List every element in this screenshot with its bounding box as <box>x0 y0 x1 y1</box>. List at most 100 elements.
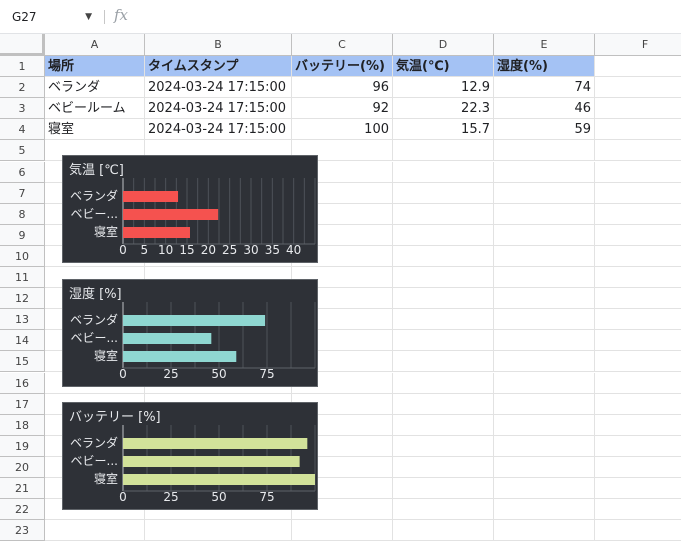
column-header-c[interactable]: C <box>292 34 393 56</box>
bar[interactable] <box>123 209 219 220</box>
cell[interactable] <box>595 457 681 478</box>
cell[interactable] <box>393 203 494 225</box>
row-header-3[interactable]: 3 <box>0 98 45 120</box>
bar[interactable] <box>123 227 190 238</box>
row-header-20[interactable]: 20 <box>0 456 45 478</box>
row-header-4[interactable]: 4 <box>0 119 45 141</box>
cell[interactable] <box>292 520 393 542</box>
cell[interactable] <box>595 499 681 521</box>
cell[interactable] <box>595 77 681 99</box>
header-cell[interactable]: バッテリー(%) <box>292 56 393 78</box>
cell[interactable] <box>595 520 681 542</box>
select-all-corner[interactable] <box>0 34 45 56</box>
cell[interactable] <box>393 435 494 457</box>
bar[interactable] <box>123 474 315 485</box>
table-cell[interactable]: 2024-03-24 17:15:00 <box>145 77 292 99</box>
row-header-2[interactable]: 2 <box>0 77 45 99</box>
name-box[interactable]: G27 ▼ <box>0 5 100 29</box>
cell[interactable] <box>494 499 595 521</box>
chevron-down-icon[interactable]: ▼ <box>85 5 92 29</box>
cell[interactable] <box>595 56 681 78</box>
table-cell[interactable]: 22.3 <box>393 98 494 120</box>
cell[interactable] <box>595 436 681 457</box>
row-header-18[interactable]: 18 <box>0 414 45 436</box>
table-cell[interactable]: 12.9 <box>393 77 494 99</box>
column-header-a[interactable]: A <box>45 34 145 56</box>
cell[interactable] <box>595 394 681 415</box>
cell[interactable] <box>595 119 681 141</box>
cell[interactable] <box>494 456 595 478</box>
cell[interactable] <box>393 351 494 373</box>
cell[interactable] <box>595 267 681 289</box>
row-header-1[interactable]: 1 <box>0 56 45 78</box>
header-cell[interactable]: 湿度(%) <box>494 56 595 78</box>
cell[interactable] <box>393 414 494 436</box>
cell[interactable] <box>595 373 681 394</box>
cell[interactable] <box>494 182 595 204</box>
cell[interactable] <box>494 203 595 225</box>
cell[interactable] <box>595 330 681 352</box>
column-header-f[interactable]: F <box>595 34 681 56</box>
row-header-5[interactable]: 5 <box>0 140 45 162</box>
cell[interactable] <box>393 330 494 352</box>
cell[interactable] <box>494 309 595 331</box>
bar[interactable] <box>123 438 308 449</box>
row-header-23[interactable]: 23 <box>0 520 45 542</box>
cell[interactable] <box>494 414 595 436</box>
chart-3[interactable]: バッテリー [%] ベランダ ベビー... 寝室 0 25 50 75 <box>62 402 318 510</box>
cell[interactable] <box>393 309 494 331</box>
table-cell[interactable]: 寝室 <box>45 119 145 141</box>
table-cell[interactable]: 59 <box>494 119 595 141</box>
header-cell[interactable]: タイムスタンプ <box>145 56 292 78</box>
formula-input[interactable] <box>140 5 670 29</box>
header-cell[interactable]: 場所 <box>45 56 145 78</box>
bar[interactable] <box>123 456 300 467</box>
cell[interactable] <box>494 140 595 162</box>
row-header-8[interactable]: 8 <box>0 203 45 225</box>
row-header-12[interactable]: 12 <box>0 288 45 310</box>
table-cell[interactable]: 100 <box>292 119 393 141</box>
cell[interactable] <box>494 520 595 542</box>
cell[interactable] <box>595 478 681 500</box>
row-header-19[interactable]: 19 <box>0 435 45 457</box>
cell[interactable] <box>393 245 494 267</box>
bar[interactable] <box>123 351 237 362</box>
bar[interactable] <box>123 333 212 344</box>
cell[interactable] <box>595 98 681 120</box>
cell[interactable] <box>595 162 681 183</box>
table-cell[interactable]: ベランダ <box>45 77 145 99</box>
cell[interactable] <box>494 351 595 373</box>
cell[interactable] <box>494 161 595 183</box>
bar[interactable] <box>123 191 179 202</box>
column-header-b[interactable]: B <box>145 34 292 56</box>
cell[interactable] <box>393 393 494 415</box>
row-header-13[interactable]: 13 <box>0 309 45 331</box>
table-cell[interactable]: 96 <box>292 77 393 99</box>
cell[interactable] <box>393 267 494 289</box>
table-cell[interactable]: ベビールーム <box>45 98 145 120</box>
table-cell[interactable]: 46 <box>494 98 595 120</box>
header-cell[interactable]: 気温(℃) <box>393 56 494 78</box>
cell[interactable] <box>494 372 595 394</box>
row-header-6[interactable]: 6 <box>0 161 45 183</box>
column-header-d[interactable]: D <box>393 34 494 56</box>
cell[interactable] <box>595 415 681 436</box>
row-header-22[interactable]: 22 <box>0 499 45 521</box>
chart-2[interactable]: 湿度 [%] ベランダ ベビー... 寝室 0 25 50 75 <box>62 279 318 387</box>
cell[interactable] <box>595 225 681 246</box>
row-header-21[interactable]: 21 <box>0 478 45 500</box>
cell[interactable] <box>494 288 595 310</box>
cell[interactable] <box>393 499 494 521</box>
cell[interactable] <box>494 478 595 500</box>
cell[interactable] <box>595 204 681 225</box>
table-cell[interactable]: 2024-03-24 17:15:00 <box>145 119 292 141</box>
cell[interactable] <box>393 456 494 478</box>
cell[interactable] <box>393 182 494 204</box>
row-header-16[interactable]: 16 <box>0 372 45 394</box>
table-cell[interactable]: 74 <box>494 77 595 99</box>
cell[interactable] <box>595 309 681 331</box>
table-cell[interactable]: 15.7 <box>393 119 494 141</box>
cell[interactable] <box>494 245 595 267</box>
cell[interactable] <box>393 288 494 310</box>
row-header-10[interactable]: 10 <box>0 245 45 267</box>
